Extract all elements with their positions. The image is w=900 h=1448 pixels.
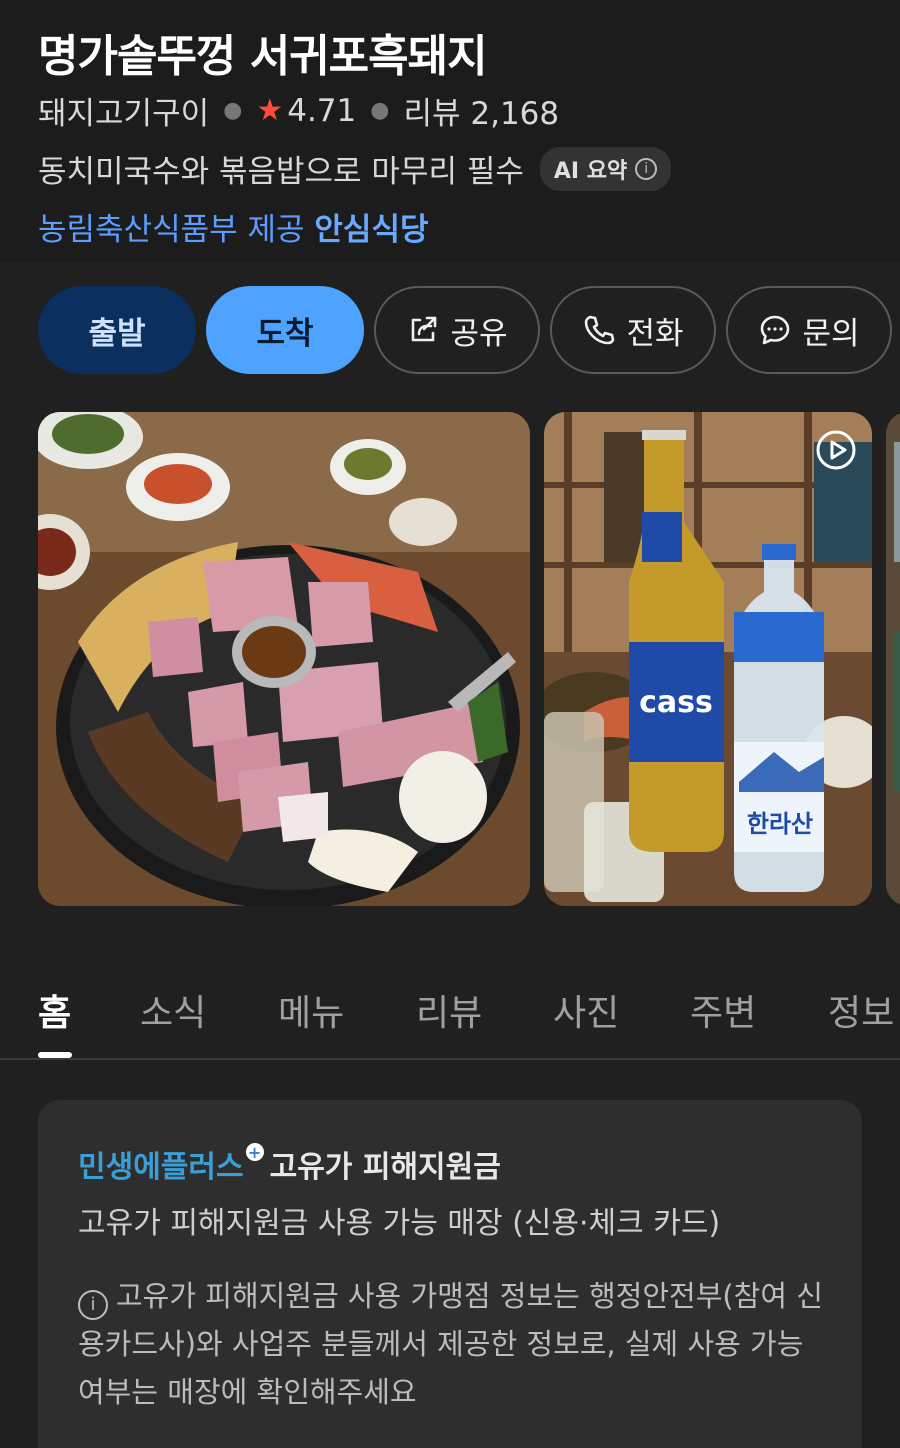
phone-icon	[585, 315, 615, 345]
share-button[interactable]: 공유	[374, 286, 540, 374]
photo-partial-image	[886, 412, 900, 906]
tab-home[interactable]: 홈	[38, 984, 71, 1036]
video-play-icon[interactable]	[814, 428, 858, 472]
place-header: 명가솥뚜껑 서귀포흑돼지 돼지고기구이 ● ★ 4.71 ● 리뷰 2,168 …	[0, 0, 900, 262]
support-fund-card[interactable]: 민생에플러스 + 고유가 피해지원금 고유가 피해지원금 사용 가능 매장 (신…	[38, 1100, 862, 1448]
tab-info[interactable]: 정보	[828, 984, 894, 1036]
review-count[interactable]: 리뷰 2,168	[403, 88, 559, 133]
card-brand: 민생에플러스	[78, 1150, 244, 1185]
photo-carousel[interactable]: cass 한라산	[38, 412, 900, 906]
ai-badge-label: AI 요약	[553, 158, 628, 184]
depart-button[interactable]: 출발	[38, 286, 196, 374]
photo-drinks-image: cass 한라산	[544, 412, 872, 906]
action-bar: 출발 도착 공유 전화 문의	[38, 286, 892, 374]
inquiry-button[interactable]: 문의	[726, 286, 892, 374]
share-label: 공유	[450, 315, 508, 352]
separator-dot: ●	[223, 98, 243, 123]
cert-provider: 농림축산식품부 제공	[38, 212, 305, 248]
tab-photos[interactable]: 사진	[553, 984, 619, 1036]
tab-menu[interactable]: 메뉴	[278, 984, 344, 1036]
tab-reviews[interactable]: 리뷰	[416, 984, 482, 1036]
place-meta: 돼지고기구이 ● ★ 4.71 ● 리뷰 2,168	[38, 88, 559, 133]
rating-value: 4.71	[287, 92, 357, 129]
star-icon: ★	[256, 93, 284, 128]
separator-dot: ●	[370, 98, 390, 123]
svg-text:한라산: 한라산	[747, 810, 813, 838]
tab-news[interactable]: 소식	[140, 984, 206, 1036]
ai-summary-badge[interactable]: AI 요약 i	[539, 146, 672, 191]
card-subtitle: 고유가 피해지원금 사용 가능 매장 (신용·체크 카드)	[78, 1206, 721, 1241]
place-title: 명가솥뚜껑 서귀포흑돼지	[38, 31, 488, 82]
info-icon: i	[78, 1290, 108, 1320]
card-note: i 고유가 피해지원금 사용 가맹점 정보는 행정안전부(참여 신용카드사)와 사…	[78, 1272, 828, 1416]
category-label: 돼지고기구이	[38, 96, 210, 132]
safe-restaurant-link[interactable]: 농림축산식품부 제공 안심식당	[38, 204, 429, 249]
card-title: 민생에플러스 + 고유가 피해지원금	[78, 1142, 501, 1186]
photo-grilled-pork-image	[38, 412, 530, 906]
arrive-button[interactable]: 도착	[206, 286, 364, 374]
summary-text: 동치미국수와 볶음밥으로 마무리 필수	[38, 154, 524, 190]
ai-summary: 동치미국수와 볶음밥으로 마무리 필수 AI 요약 i	[38, 146, 672, 191]
chat-icon	[761, 315, 790, 345]
call-label: 전화	[626, 315, 684, 352]
inquiry-label: 문의	[802, 315, 860, 352]
photo-drinks[interactable]: cass 한라산	[544, 412, 872, 906]
photo-partial[interactable]	[886, 412, 900, 906]
call-button[interactable]: 전화	[550, 286, 716, 374]
tab-nearby[interactable]: 주변	[690, 984, 756, 1036]
card-title-text: 고유가 피해지원금	[269, 1150, 501, 1185]
photo-grilled-pork[interactable]	[38, 412, 530, 906]
share-icon	[412, 316, 437, 342]
card-note-text: 고유가 피해지원금 사용 가맹점 정보는 행정안전부(참여 신용카드사)와 사업…	[78, 1279, 823, 1409]
cert-name: 안심식당	[314, 212, 429, 248]
active-tab-indicator	[38, 1052, 72, 1058]
svg-text:cass: cass	[639, 685, 713, 720]
tab-bar: 홈 소식 메뉴 리뷰 사진 주변 정보	[0, 968, 900, 1060]
plus-icon: +	[245, 1143, 264, 1162]
info-icon[interactable]: i	[635, 157, 658, 180]
